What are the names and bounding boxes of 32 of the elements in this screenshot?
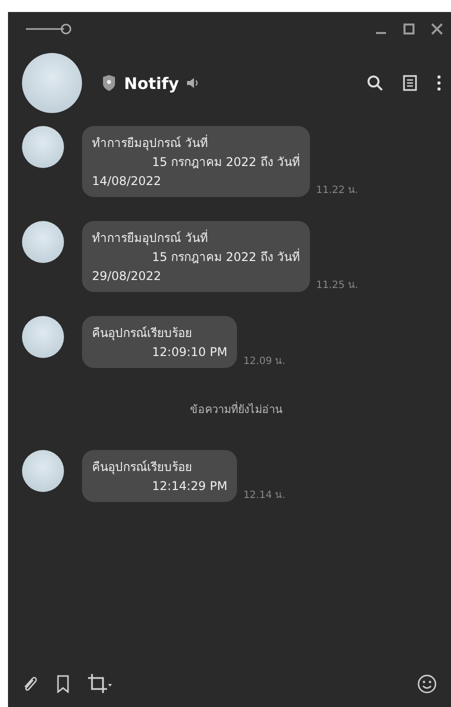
chat-name: Notify xyxy=(124,74,179,92)
message-text: คืนอุปกรณ์เรียบร้อย xyxy=(92,325,193,342)
message-text: 29/08/2022 xyxy=(92,268,162,285)
avatar[interactable] xyxy=(22,221,64,263)
message-time: 12.09 น. xyxy=(243,355,286,368)
message-time: 11.25 น. xyxy=(316,279,358,292)
slider-icon[interactable] xyxy=(26,23,72,35)
message-text: 15 กรกฎาคม 2022 ถึง วันที่ xyxy=(151,248,300,266)
message-text: 15 กรกฎาคม 2022 ถึง วันที่ xyxy=(151,153,300,171)
message-time: 12.14 น. xyxy=(243,489,286,502)
speaker-icon xyxy=(186,77,199,89)
message-time: 11.22 น. xyxy=(316,184,358,197)
unread-divider: ข้อความที่ยังไม่อ่าน xyxy=(190,403,283,416)
bookmark-icon[interactable] xyxy=(56,675,70,693)
message-text: 12:14:29 PM xyxy=(151,478,228,495)
close-icon[interactable] xyxy=(431,23,443,35)
maximize-icon[interactable] xyxy=(403,23,415,35)
message-text: คืนอุปกรณ์เรียบร้อย xyxy=(92,459,193,476)
message-text: ทำการยืมอุปกรณ์ วันที่ xyxy=(92,229,209,248)
message-text: ทำการยืมอุปกรณ์ วันที่ xyxy=(92,134,209,152)
crop-icon[interactable] xyxy=(88,674,112,694)
message-text: 14/08/2022 xyxy=(92,173,162,190)
more-icon[interactable] xyxy=(437,75,441,91)
search-icon[interactable] xyxy=(367,75,383,91)
avatar[interactable] xyxy=(22,126,64,168)
avatar[interactable] xyxy=(22,450,64,492)
notes-icon[interactable] xyxy=(403,75,417,91)
emoji-icon[interactable] xyxy=(417,674,437,694)
avatar[interactable] xyxy=(22,316,64,358)
paperclip-icon[interactable] xyxy=(22,675,38,693)
shield-icon xyxy=(102,75,116,91)
message-text: 12:09:10 PM xyxy=(151,344,228,361)
